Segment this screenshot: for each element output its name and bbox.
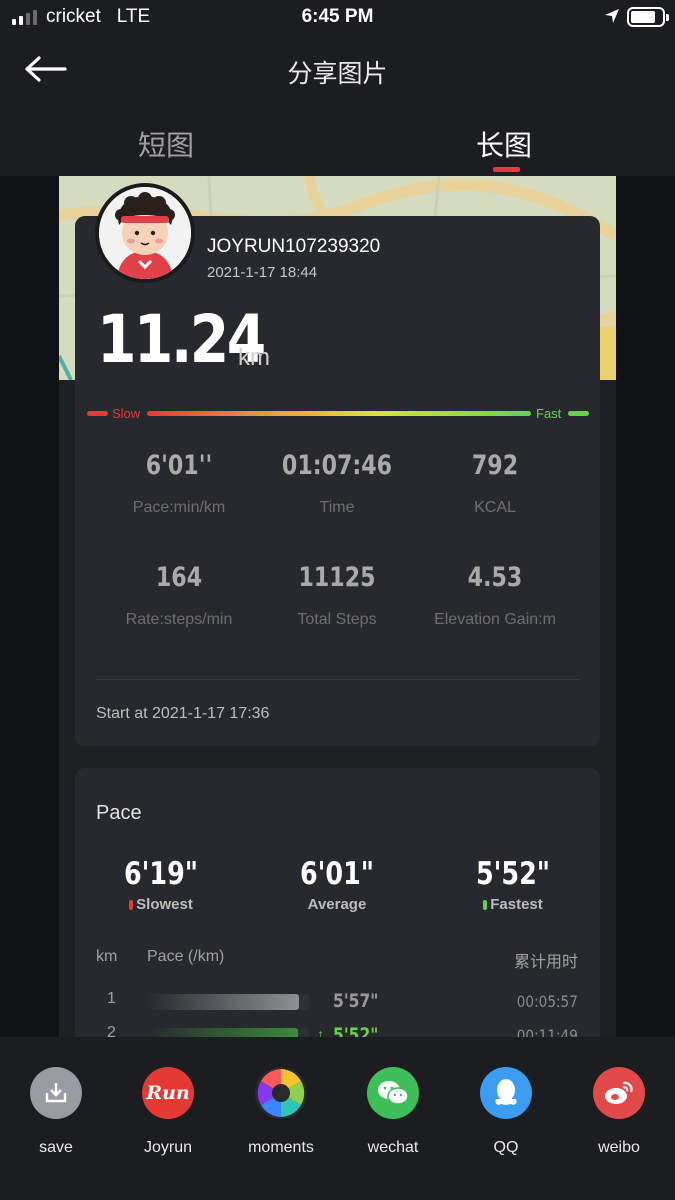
stat-pace: 6'01'' Pace:min/km	[132, 450, 226, 516]
page-title: 分享图片	[287, 60, 388, 88]
run-datetime: 2021-1-17 18:44	[207, 264, 318, 281]
stat-cadence: 164 Rate:steps/min	[125, 562, 233, 628]
qq-penguin-icon	[480, 1067, 532, 1119]
share-joyrun-button[interactable]: Run Joyrun	[112, 1067, 224, 1157]
location-arrow-icon	[605, 9, 619, 23]
stat-time: 01:07:46 Time	[281, 450, 393, 516]
weibo-icon	[593, 1067, 645, 1119]
fastest-arrow-icon: ↑	[317, 1026, 324, 1037]
pace-fastest: 5'52" Fastest	[475, 856, 551, 913]
pace-card: Pace 6'19" Slowest 6'01" Average 5'52" F…	[75, 768, 600, 1037]
stat-kcal: 792 KCAL	[471, 450, 519, 516]
share-wechat-button[interactable]: wechat	[337, 1067, 449, 1157]
tab-long-image[interactable]: 长图	[476, 124, 532, 164]
username: JOYRUN107239320	[207, 236, 381, 257]
avatar	[95, 183, 195, 283]
column-pace: Pace (/km)	[147, 948, 225, 965]
pace-bar	[147, 1028, 298, 1037]
download-icon	[30, 1067, 82, 1119]
fastest-dot-icon	[483, 900, 488, 910]
share-qq-button[interactable]: QQ	[450, 1067, 562, 1157]
fast-label: Fast	[536, 406, 562, 421]
active-tab-indicator	[493, 167, 520, 172]
speed-legend-bar: Slow Fast	[85, 404, 589, 424]
stat-elevation-gain: 4.53 Elevation Gain:m	[434, 562, 556, 628]
slow-label: Slow	[112, 406, 141, 421]
share-save-button[interactable]: save	[0, 1067, 112, 1157]
wechat-icon	[367, 1067, 419, 1119]
battery-icon	[627, 7, 669, 27]
clock: 6:45 PM	[301, 6, 374, 27]
tab-short-image[interactable]: 短图	[138, 124, 194, 164]
share-preview[interactable]: JOYRUN107239320 2021-1-17 18:44 11.24 km…	[0, 176, 675, 1037]
start-time: Start at 2021-1-17 17:36	[96, 705, 270, 722]
share-weibo-button[interactable]: weibo	[563, 1067, 675, 1157]
share-bar: save Run Joyrun moments wechat QQ weibo	[0, 1037, 675, 1200]
column-cumulative: 累计用时	[513, 954, 578, 971]
run-summary-card: JOYRUN107239320 2021-1-17 18:44 11.24 km…	[75, 216, 600, 746]
slowest-dot-icon	[129, 900, 134, 910]
pace-title: Pace	[96, 802, 142, 824]
share-moments-button[interactable]: moments	[225, 1067, 337, 1157]
pace-average: 6'01" Average	[299, 856, 375, 913]
status-bar: cricket LTE 6:45 PM	[0, 0, 675, 34]
column-km: km	[96, 948, 118, 965]
header: 分享图片 短图 长图	[0, 34, 675, 176]
table-row: 1 5'57" 00:05:57	[107, 990, 578, 1012]
distance-unit: km	[238, 344, 270, 371]
joyrun-logo-icon: Run	[142, 1067, 194, 1119]
table-row: 2 ↑ 5'52" 00:11:49	[75, 1024, 600, 1037]
stat-total-steps: 11125 Total Steps	[297, 562, 377, 628]
runner-avatar-icon	[99, 187, 191, 279]
pace-bar	[147, 994, 300, 1010]
divider	[96, 679, 579, 680]
aperture-icon	[255, 1067, 307, 1119]
pace-slowest: 6'19" Slowest	[123, 856, 199, 913]
